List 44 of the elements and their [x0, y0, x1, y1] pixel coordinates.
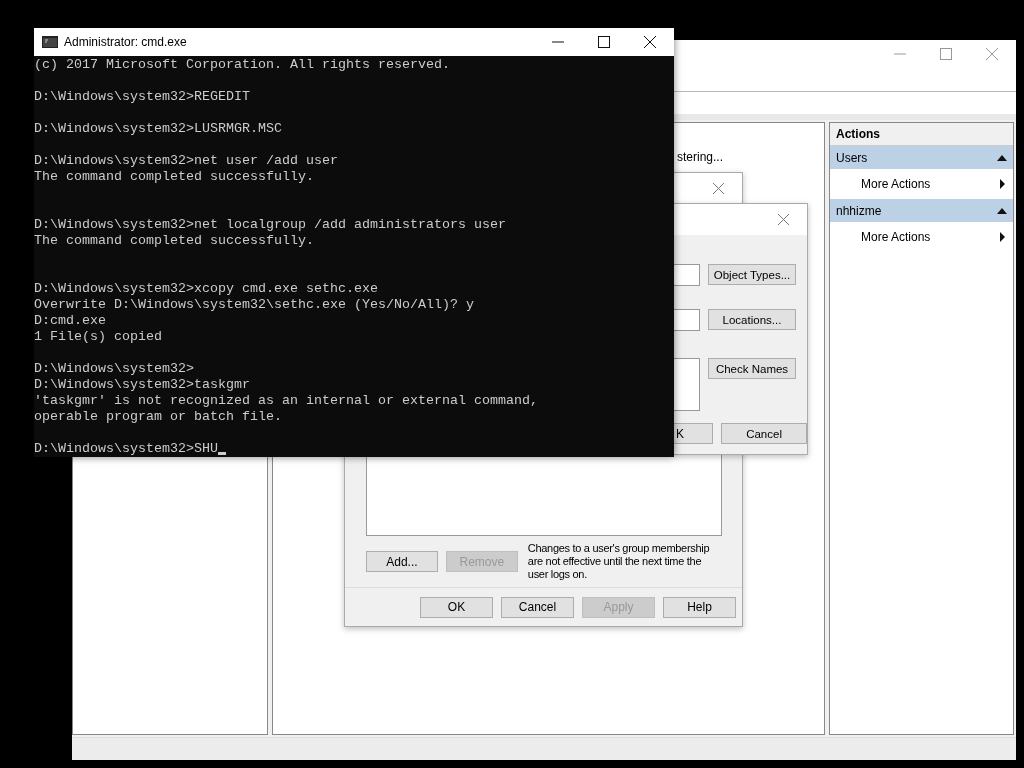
dialog-button[interactable]: Locations... [708, 309, 796, 330]
more-actions-item[interactable]: More Actions [830, 169, 1013, 199]
console-line: 'taskgmr' is not recognized as an internal or external command, [34, 393, 538, 409]
members-list[interactable] [366, 453, 722, 536]
submenu-arrow-icon [1000, 179, 1005, 189]
dialog-button[interactable]: Check Names [708, 358, 796, 379]
console-line: D:\Windows\system32>net localgroup /add administrators user [34, 217, 506, 233]
console-line: The command completed successfully. [34, 233, 314, 249]
input-field[interactable] [674, 264, 700, 286]
dialog-button[interactable]: Help [663, 596, 736, 618]
console-line: (c) 2017 Microsoft Corporation. All rights reserved. [34, 57, 450, 73]
console-line: D:\Windows\system32> [34, 361, 194, 377]
list-button[interactable]: Add... [366, 551, 438, 572]
dialog-button[interactable]: Cancel [721, 423, 807, 444]
section-header[interactable]: nhhizme [830, 199, 1013, 222]
actions-header: Actions [830, 123, 1013, 146]
console-line: D:cmd.exe [34, 313, 106, 329]
close-icon[interactable] [644, 36, 656, 48]
submenu-arrow-icon [1000, 232, 1005, 242]
section-header[interactable]: Users [830, 146, 1013, 169]
console-line: The command completed successfully. [34, 169, 314, 185]
more-actions-item[interactable]: More Actions [830, 222, 1013, 252]
console-line: D:\Windows\system32>taskgmr [34, 377, 250, 393]
console-line: D:\Windows\system32>LUSRMGR.MSC [34, 121, 282, 137]
console-line: Overwrite D:\Windows\system32\sethc.exe (Yes/No/All)? y [34, 297, 474, 313]
collapse-icon[interactable] [997, 207, 1007, 214]
status-text: stering... [677, 150, 724, 164]
collapse-icon[interactable] [997, 154, 1007, 161]
dialog-button[interactable]: Cancel [501, 596, 574, 618]
console-line: D:\Windows\system32>REGEDIT [34, 89, 250, 105]
dialog-button[interactable]: Object Types... [708, 264, 796, 285]
console-icon [42, 36, 58, 48]
window-title: Administrator: cmd.exe [64, 35, 187, 49]
console-line: D:\Windows\system32>SHU [34, 441, 218, 457]
dialog-button[interactable]: K [674, 423, 714, 444]
input-field[interactable] [674, 358, 700, 411]
dialog-button[interactable]: OK [420, 596, 493, 618]
note-text: Changes to a user's group membership are not effective until the next time the user logs on. [527, 542, 711, 581]
input-field[interactable] [674, 309, 700, 331]
maximize-icon[interactable] [598, 36, 610, 48]
console-line: operable program or batch file. [34, 409, 282, 425]
console-line: D:\Windows\system32>xcopy cmd.exe sethc.exe [34, 281, 378, 297]
console-line: 1 File(s) copied [34, 329, 162, 345]
console-line: D:\Windows\system32>net user /add user [34, 153, 338, 169]
